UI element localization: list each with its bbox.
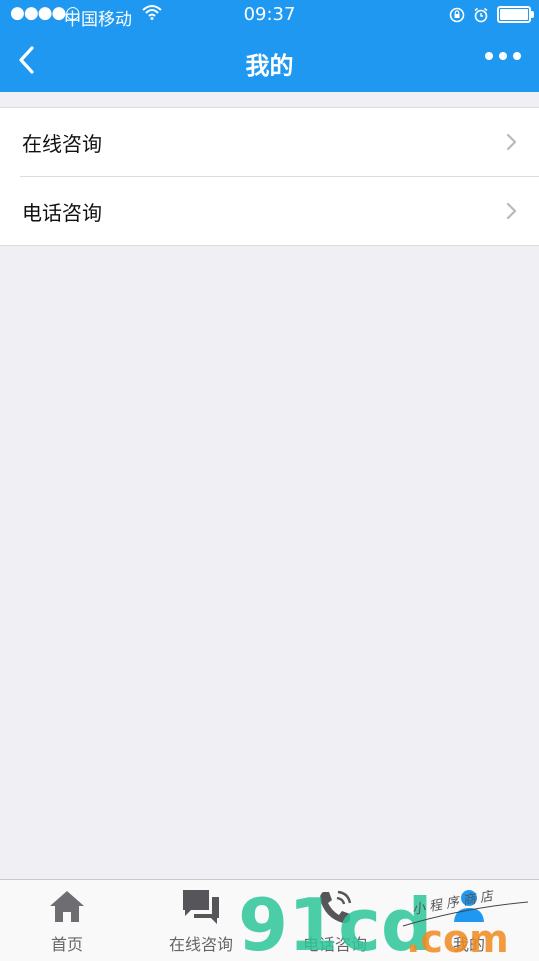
tab-label: 我的 xyxy=(452,935,485,954)
nav-bar: 我的 xyxy=(0,30,539,92)
orientation-lock-icon xyxy=(449,7,465,22)
chat-icon xyxy=(183,890,219,924)
page-title: 我的 xyxy=(245,52,294,80)
tab-home[interactable]: 首页 xyxy=(0,880,134,961)
tab-label: 在线咨询 xyxy=(168,935,233,954)
status-bar: ●●●●○ 中国移动 09:37 xyxy=(0,0,539,30)
tab-phone-consult[interactable]: 电话咨询 xyxy=(268,880,402,961)
menu-list: 在线咨询 电话咨询 xyxy=(0,107,539,246)
list-item-label: 电话咨询 xyxy=(22,201,102,225)
more-button[interactable] xyxy=(485,52,521,60)
more-dots-icon xyxy=(485,52,493,60)
chevron-right-icon xyxy=(506,202,517,220)
phone-icon xyxy=(320,890,352,924)
tab-mine[interactable]: 我的 xyxy=(402,880,536,961)
list-item-phone-consult[interactable]: 电话咨询 xyxy=(20,176,539,245)
status-icons xyxy=(449,6,534,23)
tab-bar: 首页 在线咨询 电话咨询 我的 xyxy=(0,879,539,961)
app-header: ●●●●○ 中国移动 09:37 我的 xyxy=(0,0,539,92)
tab-label: 电话咨询 xyxy=(302,935,367,954)
list-item-online-consult[interactable]: 在线咨询 xyxy=(0,108,539,176)
battery-icon xyxy=(497,6,534,23)
chevron-right-icon xyxy=(506,133,517,151)
list-item-label: 在线咨询 xyxy=(22,132,102,156)
tab-label: 首页 xyxy=(50,935,83,954)
user-icon xyxy=(454,890,484,922)
alarm-icon xyxy=(474,7,488,22)
home-icon xyxy=(50,891,84,922)
tab-online-consult[interactable]: 在线咨询 xyxy=(134,880,268,961)
